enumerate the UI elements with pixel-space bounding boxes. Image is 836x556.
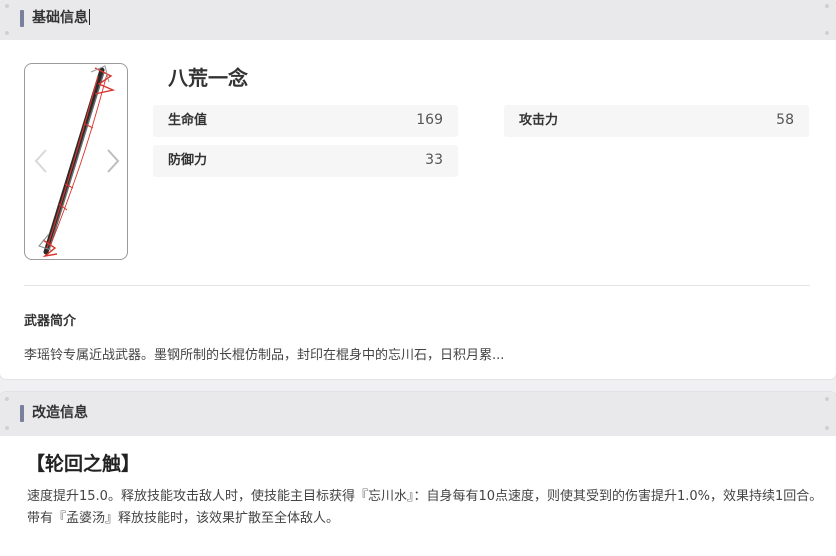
stat-atk-value: 58 bbox=[776, 112, 794, 128]
corner-dot bbox=[5, 31, 9, 35]
modification-name: 【轮回之触】 bbox=[26, 453, 141, 475]
weapon-image-carousel[interactable] bbox=[24, 63, 128, 260]
modification-description: 速度提升15.0。释放技能攻击敌人时，使技能主目标获得『忘川水』：自身每有10点… bbox=[27, 489, 823, 526]
stat-hp: 生命值 169 bbox=[153, 105, 458, 137]
basic-info-title: 基础信息 bbox=[32, 9, 90, 27]
corner-dot bbox=[5, 4, 9, 8]
stat-def: 防御力 33 bbox=[153, 145, 458, 177]
section-divider bbox=[24, 285, 810, 286]
stat-hp-label: 生命值 bbox=[168, 113, 208, 128]
header-accent-bar bbox=[20, 405, 24, 422]
chevron-right-icon[interactable] bbox=[105, 148, 121, 174]
corner-dot bbox=[5, 426, 9, 430]
weapon-intro-text: 李瑶铃专属近战武器。墨钢所制的长棍仿制品，封印在棍身中的忘川石，日积月累... bbox=[24, 348, 505, 363]
basic-info-title-text: 基础信息 bbox=[32, 10, 88, 26]
chevron-left-icon[interactable] bbox=[33, 148, 49, 174]
text-caret bbox=[89, 9, 90, 25]
stat-def-value: 33 bbox=[425, 152, 443, 168]
corner-dot bbox=[825, 31, 829, 35]
basic-info-header: 基础信息 bbox=[0, 0, 836, 40]
stat-def-label: 防御力 bbox=[168, 153, 208, 168]
modification-title: 改造信息 bbox=[32, 405, 88, 421]
modification-header: 改造信息 bbox=[0, 392, 836, 436]
header-accent-bar bbox=[20, 10, 24, 27]
basic-info-panel: 基础信息 八荒一念 生命值 169 攻击力 58 防御力 33 武器简介 李瑶铃… bbox=[0, 0, 836, 379]
corner-dot bbox=[825, 4, 829, 8]
stat-atk: 攻击力 58 bbox=[504, 105, 809, 137]
weapon-intro-title: 武器简介 bbox=[24, 314, 77, 329]
modification-panel: 改造信息 【轮回之触】 速度提升15.0。释放技能攻击敌人时，使技能主目标获得『… bbox=[0, 392, 836, 556]
corner-dot bbox=[5, 397, 9, 401]
corner-dot bbox=[825, 397, 829, 401]
weapon-name: 八荒一念 bbox=[168, 66, 248, 90]
corner-dot bbox=[825, 426, 829, 430]
stat-hp-value: 169 bbox=[416, 112, 443, 128]
stat-atk-label: 攻击力 bbox=[519, 113, 559, 128]
